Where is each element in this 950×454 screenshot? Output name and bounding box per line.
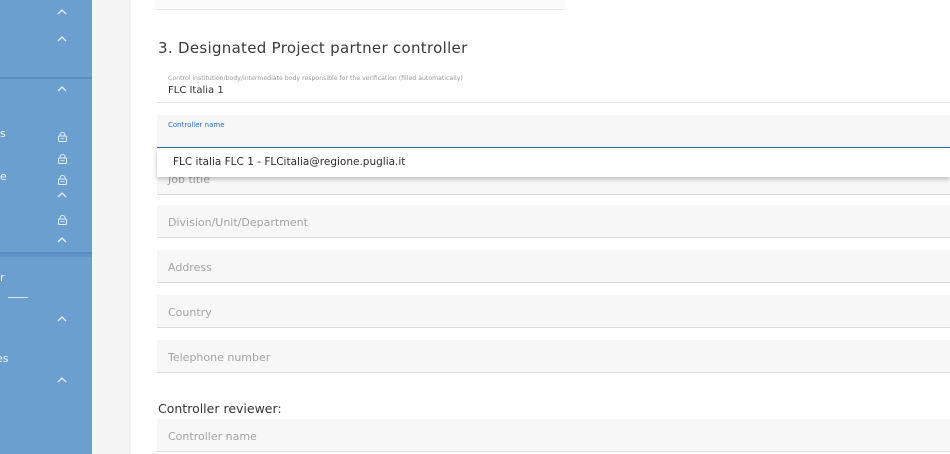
previous-section-edge bbox=[155, 0, 565, 10]
sidebar-divider bbox=[0, 77, 92, 79]
reviewer-name-field[interactable]: Controller name bbox=[157, 419, 950, 452]
chevron-up-icon[interactable] bbox=[56, 8, 68, 16]
address-field[interactable]: Address bbox=[157, 250, 950, 283]
telephone-placeholder: Telephone number bbox=[168, 351, 271, 364]
division-placeholder: Division/Unit/Department bbox=[168, 216, 308, 229]
control-institution-value: FLC Italia 1 bbox=[168, 85, 224, 96]
country-placeholder: Country bbox=[168, 306, 212, 319]
chevron-up-icon[interactable] bbox=[56, 376, 68, 384]
controller-name-label: Controller name bbox=[168, 121, 225, 129]
lock-icon bbox=[57, 149, 68, 164]
chevron-up-icon[interactable] bbox=[56, 85, 68, 93]
control-institution-label: Control institution/body/intermediate bo… bbox=[168, 75, 463, 82]
chevron-up-icon[interactable] bbox=[56, 236, 68, 244]
sidebar-item-label[interactable]: s bbox=[0, 127, 6, 140]
controller-option[interactable]: FLC italia FLC 1 - FLCitalia@regione.pug… bbox=[173, 156, 405, 168]
telephone-field[interactable]: Telephone number bbox=[157, 340, 950, 373]
chevron-up-icon[interactable] bbox=[56, 191, 68, 199]
controller-dropdown: FLC italia FLC 1 - FLCitalia@regione.pug… bbox=[157, 148, 950, 177]
lock-icon bbox=[57, 210, 68, 225]
sidebar-divider bbox=[8, 297, 28, 298]
sidebar-item-label[interactable]: r bbox=[0, 271, 5, 284]
sidebar: s e r es bbox=[0, 0, 92, 454]
control-institution-field: Control institution/body/intermediate bo… bbox=[157, 70, 950, 103]
controller-name-select[interactable]: Controller name bbox=[157, 115, 950, 148]
sidebar-item-label[interactable]: e bbox=[0, 170, 7, 183]
sidebar-divider bbox=[0, 254, 92, 257]
reviewer-heading: Controller reviewer: bbox=[158, 401, 282, 416]
content-gutter bbox=[92, 0, 130, 454]
sidebar-item-label[interactable]: es bbox=[0, 352, 9, 365]
chevron-up-icon[interactable] bbox=[56, 315, 68, 323]
form-panel: 3. Designated Project partner controller… bbox=[131, 0, 950, 454]
chevron-up-icon[interactable] bbox=[56, 35, 68, 43]
country-field[interactable]: Country bbox=[157, 295, 950, 328]
division-field[interactable]: Division/Unit/Department bbox=[157, 205, 950, 238]
address-placeholder: Address bbox=[168, 261, 212, 274]
section-title: 3. Designated Project partner controller bbox=[158, 39, 468, 57]
lock-icon bbox=[57, 170, 68, 185]
lock-icon bbox=[57, 127, 68, 142]
reviewer-name-placeholder: Controller name bbox=[168, 430, 257, 443]
